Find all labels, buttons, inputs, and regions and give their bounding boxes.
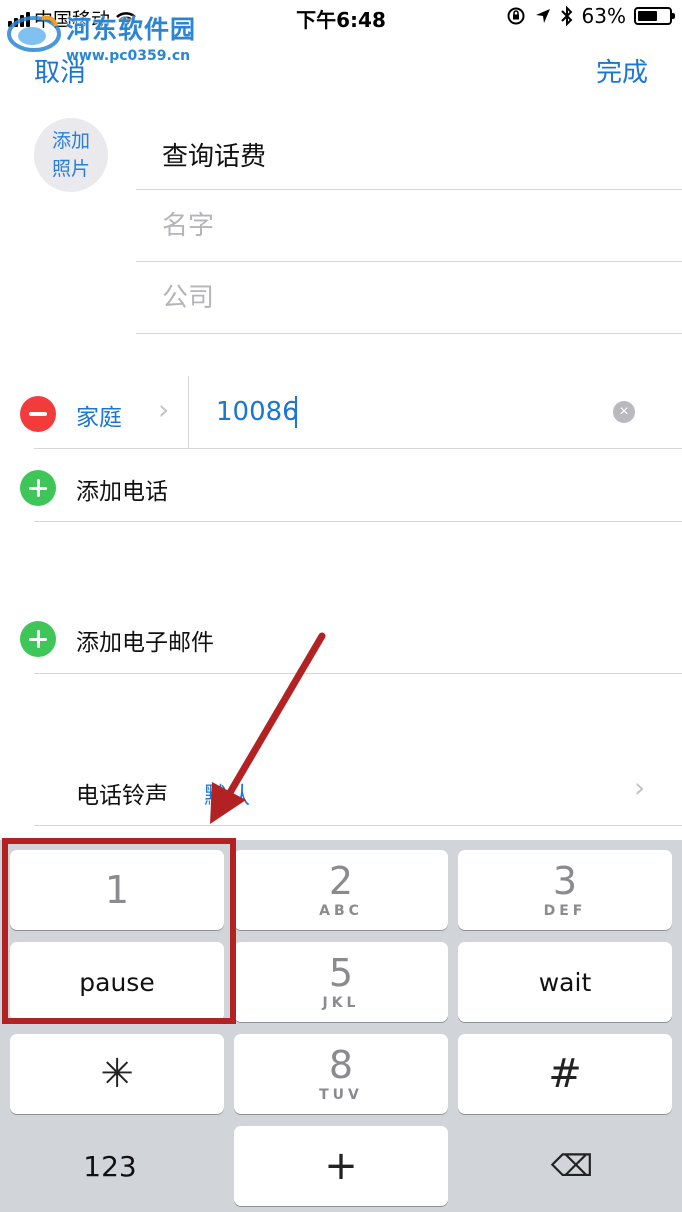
wait-key[interactable]: wait xyxy=(458,942,672,1022)
clear-icon[interactable]: × xyxy=(613,401,635,423)
watermark-title: 河东软件园 xyxy=(66,15,197,44)
add-photo-line1: 添加 xyxy=(51,130,90,152)
text-caret xyxy=(295,396,297,428)
location-icon xyxy=(535,9,550,23)
separator xyxy=(34,673,682,674)
phone-divider xyxy=(188,376,189,448)
battery-level xyxy=(638,11,657,21)
key-5[interactable]: 5 JKL xyxy=(234,942,448,1022)
backspace-key[interactable]: ⌫ xyxy=(472,1126,672,1206)
key-digit: 8 xyxy=(328,1043,354,1087)
add-email-icon[interactable] xyxy=(20,621,56,657)
key-digit: 1 xyxy=(104,868,130,912)
key-word: wait xyxy=(538,967,592,997)
bluetooth-icon xyxy=(560,6,572,26)
ringtone-value: 默认 xyxy=(204,783,250,809)
separator xyxy=(34,825,682,826)
phone-row: 家庭 › × xyxy=(0,376,682,448)
add-phone-label[interactable]: 添加电话 xyxy=(76,472,168,506)
key-letters: JKL xyxy=(322,995,360,1011)
key-word: 123 xyxy=(83,1149,137,1183)
battery-percent: 63% xyxy=(581,4,626,28)
key-letters: ABC xyxy=(319,903,363,919)
key-word: pause xyxy=(79,967,155,997)
hash-icon: # xyxy=(548,1051,582,1097)
key-8[interactable]: 8 TUV xyxy=(234,1034,448,1114)
add-phone-icon[interactable] xyxy=(20,470,56,506)
name-field-row xyxy=(136,190,682,262)
plus-key[interactable]: + xyxy=(234,1126,448,1206)
numeric-toggle-key[interactable]: 123 xyxy=(10,1126,210,1206)
done-button[interactable]: 完成 xyxy=(596,52,648,89)
add-photo-button[interactable]: 添加 照片 xyxy=(34,118,108,192)
key-digit: 5 xyxy=(328,951,354,995)
add-phone-row[interactable]: 添加电话 xyxy=(0,450,682,522)
phone-label-type[interactable]: 家庭 xyxy=(76,398,122,432)
watermark-logo-icon xyxy=(7,15,61,52)
rotation-lock-icon xyxy=(507,7,525,25)
pause-key[interactable]: pause xyxy=(10,942,224,1022)
add-photo-line2: 照片 xyxy=(51,158,90,180)
first-name-field[interactable] xyxy=(162,208,642,244)
name-field-row xyxy=(136,118,682,190)
separator xyxy=(34,448,682,449)
company-field[interactable] xyxy=(162,280,642,316)
backspace-icon: ⌫ xyxy=(550,1148,594,1184)
battery-icon xyxy=(634,7,675,25)
hash-key[interactable]: # xyxy=(458,1034,672,1114)
key-digit: 3 xyxy=(552,859,578,903)
add-email-label[interactable]: 添加电子邮件 xyxy=(76,623,214,657)
key-letters: TUV xyxy=(319,1087,363,1103)
cancel-button[interactable]: 取消 xyxy=(34,52,86,89)
phone-number-input[interactable] xyxy=(216,394,596,430)
delete-phone-button[interactable] xyxy=(20,396,56,432)
plus-icon: + xyxy=(324,1143,358,1189)
separator xyxy=(34,521,682,522)
asterisk-icon: ✳ xyxy=(100,1051,134,1097)
key-3[interactable]: 3 DEF xyxy=(458,850,672,930)
name-field-row xyxy=(136,262,682,334)
ringtone-label: 电话铃声 xyxy=(76,783,168,809)
asterisk-key[interactable]: ✳ xyxy=(10,1034,224,1114)
key-1[interactable]: 1 xyxy=(10,850,224,930)
add-email-row[interactable]: 添加电子邮件 xyxy=(0,601,682,673)
chevron-right-icon: › xyxy=(158,393,170,426)
name-field-1[interactable] xyxy=(162,136,642,172)
chevron-right-icon: › xyxy=(634,771,646,804)
ringtone-row[interactable]: 电话铃声 默认 › xyxy=(0,754,682,826)
status-right: 63% xyxy=(506,4,675,28)
key-digit: 2 xyxy=(328,859,354,903)
phone-keypad: 1 2 ABC 3 DEF pause 5 JKL wait ✳ 8 TUV #… xyxy=(0,840,682,1212)
key-2[interactable]: 2 ABC xyxy=(234,850,448,930)
key-letters: DEF xyxy=(543,903,587,919)
